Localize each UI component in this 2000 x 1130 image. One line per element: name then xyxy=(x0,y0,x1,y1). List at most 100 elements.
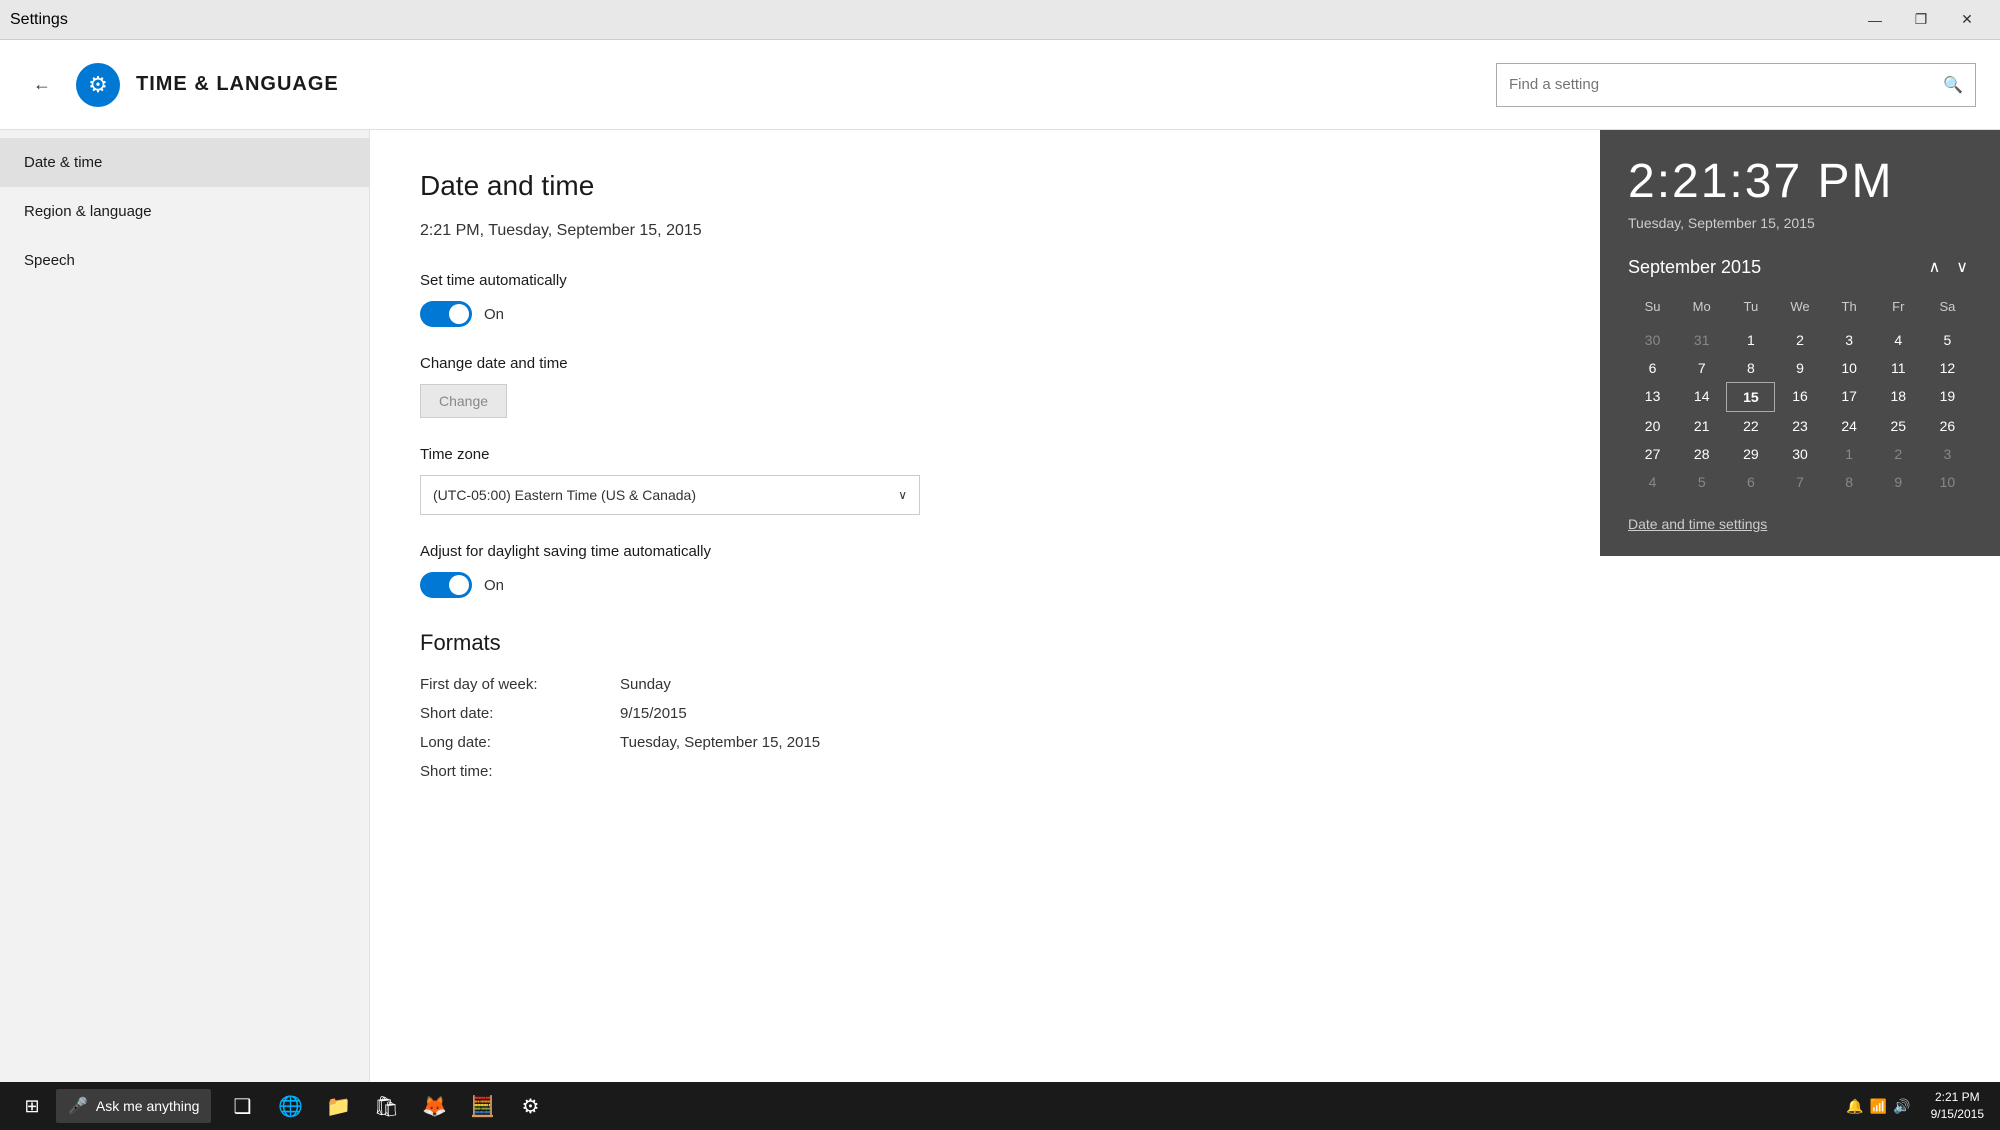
calendar-day-7[interactable]: 7 xyxy=(1677,354,1726,382)
sidebar-item-speech[interactable]: Speech xyxy=(0,236,369,285)
header: ← ⚙ TIME & LANGUAGE 🔍 xyxy=(0,40,2000,130)
calendar-day-3[interactable]: 3 xyxy=(1825,326,1874,354)
change-button[interactable]: Change xyxy=(420,384,507,418)
calendar-day-6[interactable]: 6 xyxy=(1628,354,1677,382)
first-day-label: First day of week: xyxy=(420,676,620,693)
calendar-day-8[interactable]: 8 xyxy=(1726,354,1775,382)
set-time-auto-toggle[interactable] xyxy=(420,301,472,327)
calendar-day-25[interactable]: 25 xyxy=(1874,412,1923,440)
search-input[interactable] xyxy=(1509,76,1943,93)
calendar-day-26[interactable]: 26 xyxy=(1923,412,1972,440)
close-button[interactable]: ✕ xyxy=(1944,0,1990,40)
calendar-day-1-other[interactable]: 1 xyxy=(1825,440,1874,468)
long-date-label: Long date: xyxy=(420,734,620,751)
taskbar-app-store[interactable]: 🛍 xyxy=(363,1082,409,1130)
formats-title: Formats xyxy=(420,630,1950,656)
long-date-row: Long date: Tuesday, September 15, 2015 xyxy=(420,734,1950,751)
start-button[interactable]: ⊞ xyxy=(8,1082,56,1130)
sidebar-item-speech-label: Speech xyxy=(24,252,75,269)
back-button[interactable]: ← xyxy=(24,67,60,103)
taskbar-app-settings[interactable]: ⚙ xyxy=(507,1082,553,1130)
calendar-day-23[interactable]: 23 xyxy=(1775,412,1824,440)
day-header-fr: Fr xyxy=(1874,295,1923,318)
sidebar-item-date-time[interactable]: Date & time xyxy=(0,138,369,187)
header-left: ← ⚙ TIME & LANGUAGE xyxy=(24,63,339,107)
calendar-day-24[interactable]: 24 xyxy=(1825,412,1874,440)
taskbar-app-edge[interactable]: 🌐 xyxy=(267,1082,313,1130)
calendar-day-22[interactable]: 22 xyxy=(1726,412,1775,440)
page-title: TIME & LANGUAGE xyxy=(136,73,339,96)
calendar-day-3-other[interactable]: 3 xyxy=(1923,440,1972,468)
calendar-day-31-other[interactable]: 31 xyxy=(1677,326,1726,354)
calendar-day-14[interactable]: 14 xyxy=(1677,382,1726,412)
volume-icon[interactable]: 🔊 xyxy=(1893,1098,1910,1115)
calendar-day-7-other[interactable]: 7 xyxy=(1775,468,1824,496)
search-box[interactable]: 🔍 xyxy=(1496,63,1976,107)
calendar-month: September 2015 xyxy=(1628,257,1761,278)
taskbar-app-firefox[interactable]: 🦊 xyxy=(411,1082,457,1130)
calendar-day-10[interactable]: 10 xyxy=(1825,354,1874,382)
set-time-auto-value: On xyxy=(484,306,504,323)
sidebar-item-region-label: Region & language xyxy=(24,203,152,220)
calendar-day-28[interactable]: 28 xyxy=(1677,440,1726,468)
taskbar-time: 2:21 PM xyxy=(1931,1089,1984,1106)
timezone-select-wrapper[interactable]: (UTC-05:00) Eastern Time (US & Canada) ∨ xyxy=(420,475,920,515)
taskbar-right: 🔔 📶 🔊 2:21 PM 9/15/2015 xyxy=(1838,1082,1992,1130)
day-header-we: We xyxy=(1775,295,1824,318)
calendar-next-button[interactable]: ∨ xyxy=(1952,255,1972,279)
calendar-day-6-other[interactable]: 6 xyxy=(1726,468,1775,496)
daylight-toggle-row: On xyxy=(420,572,1950,598)
calendar-day-29[interactable]: 29 xyxy=(1726,440,1775,468)
titlebar-left: Settings xyxy=(10,11,68,29)
calendar-day-30[interactable]: 30 xyxy=(1775,440,1824,468)
wifi-icon[interactable]: 📶 xyxy=(1870,1098,1887,1115)
calendar-day-12[interactable]: 12 xyxy=(1923,354,1972,382)
maximize-button[interactable]: ❐ xyxy=(1898,0,1944,40)
calendar-day-30-other[interactable]: 30 xyxy=(1628,326,1677,354)
calendar-day-2-other[interactable]: 2 xyxy=(1874,440,1923,468)
calendar-day-5[interactable]: 5 xyxy=(1923,326,1972,354)
calendar-day-10-other[interactable]: 10 xyxy=(1923,468,1972,496)
calendar-day-13[interactable]: 13 xyxy=(1628,382,1677,412)
calendar-header: September 2015 ∧ ∨ xyxy=(1628,255,1972,279)
calendar-day-1[interactable]: 1 xyxy=(1726,326,1775,354)
daylight-value: On xyxy=(484,577,504,594)
chevron-down-icon: ∨ xyxy=(898,488,907,502)
minimize-button[interactable]: — xyxy=(1852,0,1898,40)
calendar-day-11[interactable]: 11 xyxy=(1874,354,1923,382)
calendar-day-18[interactable]: 18 xyxy=(1874,382,1923,412)
calendar-day-4-other[interactable]: 4 xyxy=(1628,468,1677,496)
calendar-prev-button[interactable]: ∧ xyxy=(1925,255,1945,279)
daylight-toggle[interactable] xyxy=(420,572,472,598)
notification-icon[interactable]: 🔔 xyxy=(1846,1098,1863,1115)
calendar-day-8-other[interactable]: 8 xyxy=(1825,468,1874,496)
date-time-settings-link[interactable]: Date and time settings xyxy=(1628,516,1972,532)
calendar-day-20[interactable]: 20 xyxy=(1628,412,1677,440)
calendar-day-5-other[interactable]: 5 xyxy=(1677,468,1726,496)
sidebar-item-region-language[interactable]: Region & language xyxy=(0,187,369,236)
calendar-day-9-other[interactable]: 9 xyxy=(1874,468,1923,496)
calendar-day-15[interactable]: 15 xyxy=(1726,382,1775,412)
sidebar: Date & time Region & language Speech xyxy=(0,130,370,1130)
short-date-row: Short date: 9/15/2015 xyxy=(420,705,1950,722)
calendar-day-21[interactable]: 21 xyxy=(1677,412,1726,440)
day-header-mo: Mo xyxy=(1677,295,1726,318)
titlebar: Settings — ❐ ✕ xyxy=(0,0,2000,40)
calendar-day-17[interactable]: 17 xyxy=(1825,382,1874,412)
calendar-day-4[interactable]: 4 xyxy=(1874,326,1923,354)
calendar-day-2[interactable]: 2 xyxy=(1775,326,1824,354)
day-header-tu: Tu xyxy=(1726,295,1775,318)
calendar-day-19[interactable]: 19 xyxy=(1923,382,1972,412)
clock-time: 2:21:37 PM xyxy=(1628,154,1972,209)
taskbar-search[interactable]: 🎤 Ask me anything xyxy=(56,1089,211,1123)
taskbar-app-explorer[interactable]: 📁 xyxy=(315,1082,361,1130)
clock-date: Tuesday, September 15, 2015 xyxy=(1628,215,1972,231)
day-header-sa: Sa xyxy=(1923,295,1972,318)
calendar-day-16[interactable]: 16 xyxy=(1775,382,1824,412)
taskbar-app-calc[interactable]: 🧮 xyxy=(459,1082,505,1130)
taskbar-clock[interactable]: 2:21 PM 9/15/2015 xyxy=(1923,1082,1992,1130)
short-date-label: Short date: xyxy=(420,705,620,722)
calendar-day-9[interactable]: 9 xyxy=(1775,354,1824,382)
taskbar-app-taskview[interactable]: ❑ xyxy=(219,1082,265,1130)
calendar-day-27[interactable]: 27 xyxy=(1628,440,1677,468)
